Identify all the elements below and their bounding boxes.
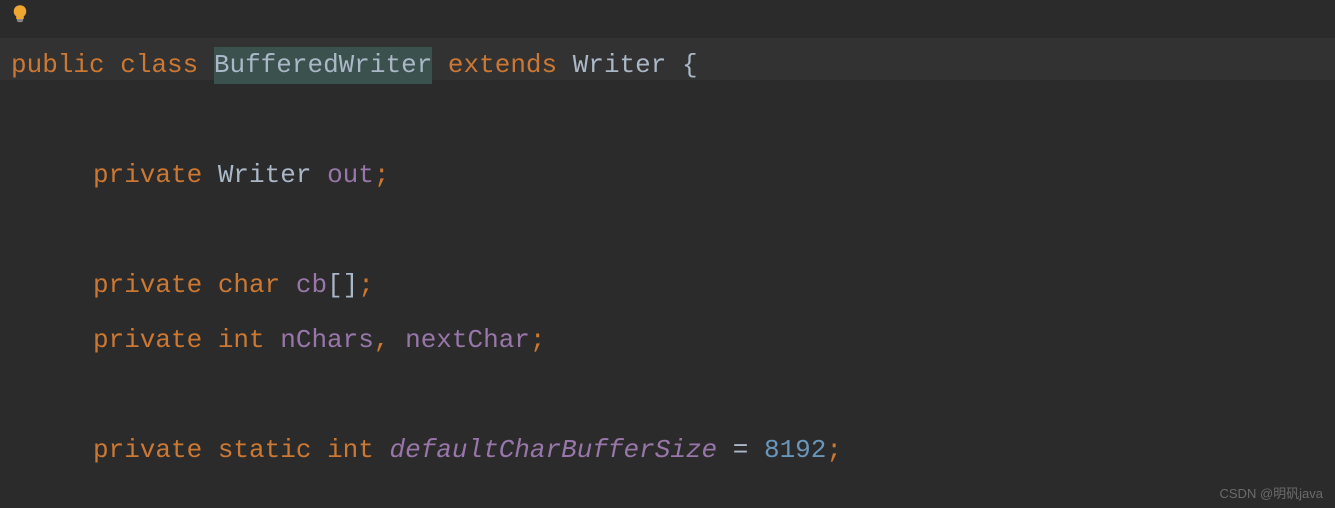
- space: [557, 47, 573, 83]
- keyword: private: [93, 157, 202, 193]
- type: int: [327, 432, 374, 468]
- field: cb: [296, 267, 327, 303]
- static-field: defaultCharBufferSize: [389, 432, 717, 468]
- brace: {: [682, 47, 698, 83]
- semicolon: ;: [358, 267, 374, 303]
- space: [666, 47, 682, 83]
- code-editor[interactable]: public class BufferedWriter extends Writ…: [0, 0, 1335, 478]
- space: [202, 267, 218, 303]
- semicolon: ;: [826, 432, 842, 468]
- code-line-empty: [11, 93, 1335, 148]
- space: [717, 432, 733, 468]
- space: [202, 432, 218, 468]
- code-line-empty: [11, 368, 1335, 423]
- space: [374, 432, 390, 468]
- brackets: []: [327, 267, 358, 303]
- space: [280, 267, 296, 303]
- space: [748, 432, 764, 468]
- superclass: Writer: [573, 47, 667, 83]
- comma: ,: [374, 322, 390, 358]
- lightbulb-icon[interactable]: [10, 2, 30, 22]
- semicolon: ;: [530, 322, 546, 358]
- space: [389, 322, 405, 358]
- code-line: private char cb[];: [11, 258, 1335, 313]
- keyword: private: [93, 267, 202, 303]
- space: [198, 47, 214, 83]
- keyword: extends: [448, 47, 557, 83]
- field: nChars: [280, 322, 374, 358]
- field: out: [327, 157, 374, 193]
- space: [265, 322, 281, 358]
- type: char: [218, 267, 280, 303]
- code-line: public class BufferedWriter extends Writ…: [11, 38, 1335, 93]
- space: [202, 157, 218, 193]
- keyword: private: [93, 432, 202, 468]
- code-line: private static int defaultCharBufferSize…: [11, 423, 1335, 478]
- space: [105, 47, 121, 83]
- keyword: private: [93, 322, 202, 358]
- space: [311, 432, 327, 468]
- keyword: public: [11, 47, 105, 83]
- code-line: private Writer out;: [11, 148, 1335, 203]
- space: [202, 322, 218, 358]
- field: nextChar: [405, 322, 530, 358]
- code-line-empty: [11, 203, 1335, 258]
- equals: =: [733, 432, 749, 468]
- type: int: [218, 322, 265, 358]
- type: Writer: [218, 157, 312, 193]
- watermark: CSDN @明矾java: [1220, 483, 1324, 502]
- code-line: private int nChars, nextChar;: [11, 313, 1335, 368]
- class-name: BufferedWriter: [214, 47, 432, 83]
- gutter: [10, 2, 30, 32]
- space: [432, 47, 448, 83]
- semicolon: ;: [374, 157, 390, 193]
- keyword: class: [120, 47, 198, 83]
- space: [311, 157, 327, 193]
- number-literal: 8192: [764, 432, 826, 468]
- keyword: static: [218, 432, 312, 468]
